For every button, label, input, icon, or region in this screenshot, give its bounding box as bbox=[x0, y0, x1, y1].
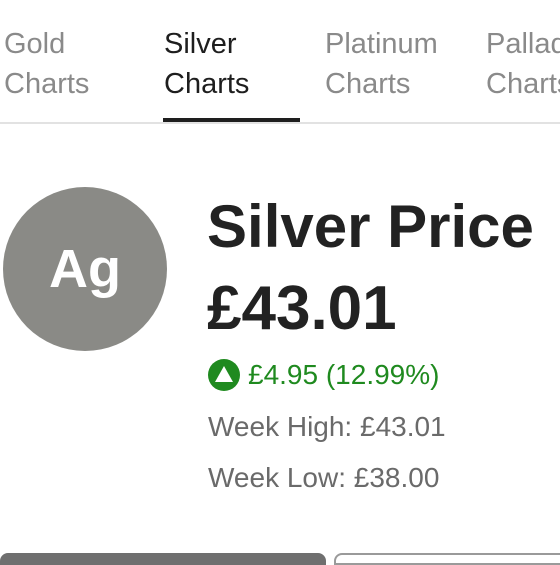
tab-platinum-charts[interactable]: Platinum Charts bbox=[325, 24, 438, 104]
price-change: £4.95 (12.99%) bbox=[208, 357, 439, 393]
price-change-value: £4.95 (12.99%) bbox=[248, 359, 440, 390]
metal-symbol-badge: Ag bbox=[3, 187, 167, 351]
bottom-button-right[interactable] bbox=[334, 553, 560, 565]
chart-tabs: Gold Charts Silver Charts Platinum Chart… bbox=[0, 0, 560, 124]
tab-gold-charts[interactable]: Gold Charts bbox=[4, 24, 89, 104]
week-high: Week High: £43.01 bbox=[208, 411, 446, 442]
bottom-button-left[interactable] bbox=[0, 553, 326, 565]
price-title: Silver Price bbox=[207, 193, 534, 260]
current-price: £43.01 bbox=[207, 274, 397, 343]
tab-silver-charts[interactable]: Silver Charts bbox=[164, 24, 249, 104]
week-low: Week Low: £38.00 bbox=[208, 462, 440, 493]
triangle-up-icon bbox=[208, 359, 240, 391]
tab-palladium-charts[interactable]: Palladium Charts bbox=[486, 24, 560, 104]
active-tab-indicator bbox=[163, 118, 300, 122]
